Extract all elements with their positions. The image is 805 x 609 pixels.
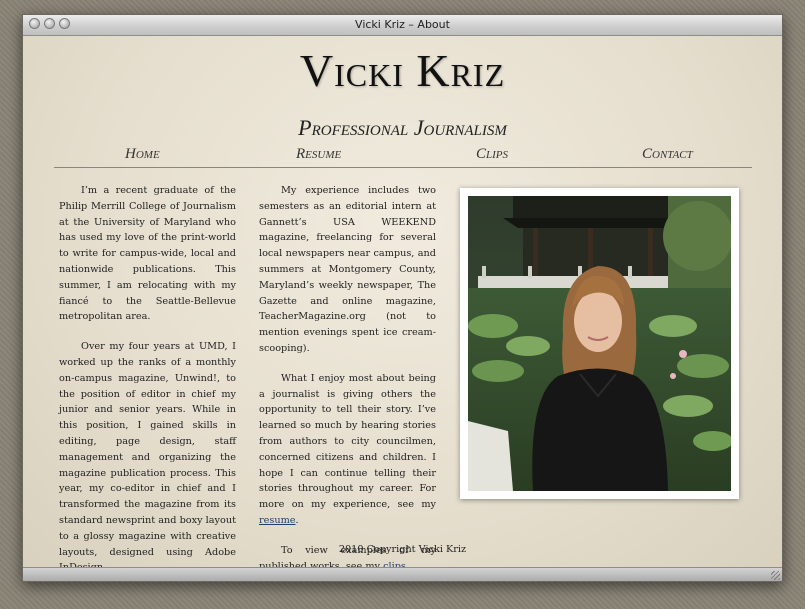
umd-paragraph: Over my four years at UMD, I worked up t… (59, 341, 236, 573)
experience-paragraph: My experience includes two semesters as … (259, 185, 436, 354)
intro-paragraph: I’m a recent graduate of the Philip Merr… (59, 185, 236, 323)
site-subtitle: Professional Journalism (298, 115, 507, 140)
browser-window: Vicki Kriz – About Vicki Kriz Profession… (22, 14, 783, 582)
content-column-middle: My experience includes two semesters as … (259, 183, 436, 581)
nav-contact-link[interactable]: Contact (642, 146, 693, 163)
web-page: Vicki Kriz Professional Journalism Home … (23, 36, 782, 573)
nav-home-link[interactable]: Home (125, 146, 160, 163)
minimize-button-icon[interactable] (44, 18, 55, 29)
portrait-photo-frame (460, 188, 739, 499)
portrait-photo (468, 196, 731, 491)
resize-grip-icon[interactable] (771, 571, 780, 580)
content-column-left: I’m a recent graduate of the Philip Merr… (59, 183, 236, 581)
journalism-paragraph: What I enjoy most about being a journali… (259, 372, 436, 526)
zoom-button-icon[interactable] (59, 18, 70, 29)
nav-resume-link[interactable]: Resume (296, 146, 341, 163)
resume-link[interactable]: resume (259, 515, 296, 526)
close-button-icon[interactable] (29, 18, 40, 29)
title-bar[interactable]: Vicki Kriz – About (23, 15, 782, 36)
site-title: Vicki Kriz (299, 45, 506, 96)
main-nav: Home Resume Clips Contact (54, 145, 752, 168)
status-bar (23, 567, 782, 581)
footer-copyright: 2010 Copyright Vicki Kriz (338, 544, 467, 555)
nav-clips-link[interactable]: Clips (476, 146, 508, 163)
window-title: Vicki Kriz – About (355, 18, 450, 31)
window-controls (29, 18, 70, 29)
